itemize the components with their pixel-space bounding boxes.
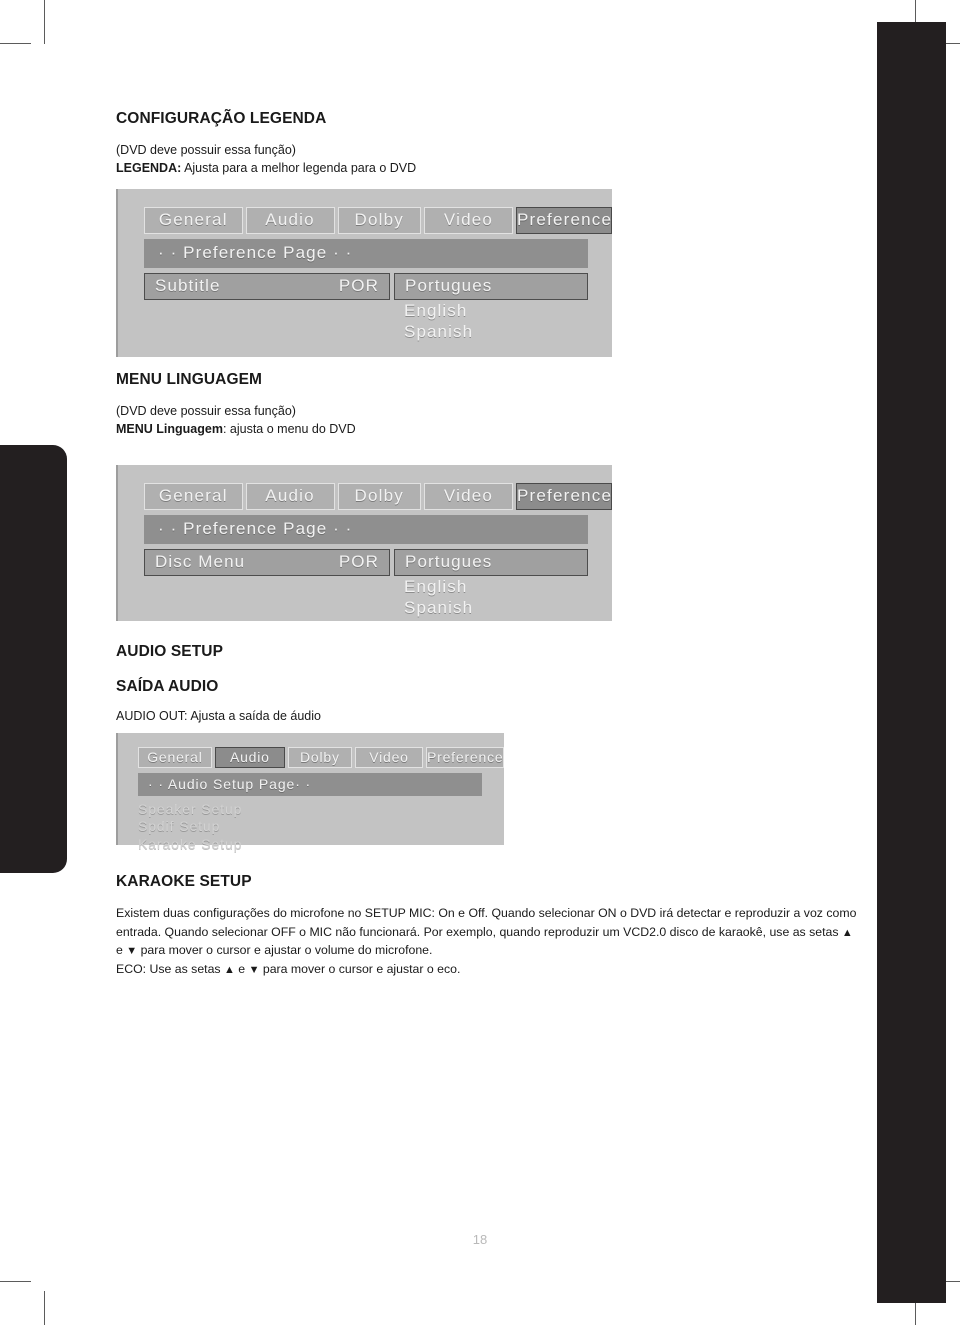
osd-field-value-2: POR [338,551,379,571]
osd-tab-bar: General Audio Dolby Video Preference [144,207,612,235]
osd-tab-video[interactable]: Video [423,207,513,235]
left-edge-black-tab [0,445,67,873]
karaoke-para-part1b: e [116,943,127,958]
menu-language-description-label: MENU Linguagem [116,422,223,437]
osd-menu-item-karaoke-setup[interactable]: Karaoke Setup [138,836,504,854]
menu-language-note: (DVD deve possuir essa função) [116,404,296,419]
karaoke-para-part1c: para mover o cursor e ajustar o volume d… [137,943,433,958]
osd-tab-preference[interactable]: Preference [515,207,612,235]
osd-tab-bar-3: General Audio Dolby Video Preference [138,746,504,768]
osd-option-spanish[interactable]: Spanish [394,321,588,342]
arrow-down-icon: ▼ [126,945,138,958]
osd-option-spanish-2[interactable]: Spanish [394,597,588,618]
osd-menu-item-speaker-setup[interactable]: Speaker Setup [138,801,504,819]
osd-field-label-2: Disc Menu [155,551,246,571]
crop-mark-bottom-left-horizontal [0,1281,31,1282]
osd-tab-preference-3[interactable]: Preference [426,746,504,768]
page-number: 18 [472,1232,488,1247]
karaoke-para-part2b: e [234,961,249,976]
osd-screenshot-subtitle: General Audio Dolby Video Preference · ·… [116,189,612,358]
osd-tab-general[interactable]: General [144,207,243,235]
karaoke-para-part2a: ECO: Use as setas [116,961,224,976]
osd-option-english[interactable]: English [394,300,588,321]
arrow-down-icon-2: ▼ [248,963,260,976]
osd-tab-audio-2[interactable]: Audio [245,482,335,510]
osd-option-selected[interactable]: Portugues [394,273,588,301]
osd-tab-general-2[interactable]: General [144,482,243,510]
page-content: CONFIGURAÇÃO LEGENDA (DVD deve possuir e… [116,110,861,979]
audio-setup-title: AUDIO SETUP [116,642,224,660]
osd-screenshot-audio-setup: General Audio Dolby Video Preference · ·… [116,732,504,852]
karaoke-setup-title: KARAOKE SETUP [116,872,252,890]
karaoke-setup-block: KARAOKE SETUP Existem duas configurações… [116,873,861,979]
osd-tab-preference-2[interactable]: Preference [515,482,612,510]
osd-page-bar-3: · · Audio Setup Page· · [138,772,482,796]
subtitle-note: (DVD deve possuir essa função) [116,143,296,158]
menu-language-description: MENU Linguagem: ajusta o menu do DVD [116,420,861,438]
osd-field-disc-menu[interactable]: Disc Menu POR [144,548,390,576]
right-edge-black-bar [877,22,946,1303]
subtitle-description: LEGENDA: Ajusta para a melhor legenda pa… [116,159,861,177]
karaoke-para-part2c: para mover o cursor e ajustar o eco. [259,961,461,976]
osd-field-subtitle[interactable]: Subtitle POR [144,273,390,301]
osd-screenshot-disc-menu: General Audio Dolby Video Preference · ·… [116,464,612,621]
osd-page-bar: · · Preference Page · · [144,239,588,269]
osd-field-label: Subtitle [155,276,221,296]
menu-language-title: MENU LINGUAGEM [116,371,263,389]
osd-tab-audio-3[interactable]: Audio [214,746,285,768]
arrow-up-icon: ▲ [841,926,853,939]
page-title: CONFIGURAÇÃO LEGENDA [116,110,327,127]
osd-menu-item-spdif-setup[interactable]: Spdif Setup [138,818,504,836]
osd-tab-general-3[interactable]: General [138,746,212,768]
osd-field-value: POR [338,276,379,296]
osd-tab-dolby-2[interactable]: Dolby [337,482,421,510]
audio-output-subtitle: SAÍDA AUDIO [116,677,219,695]
osd-option-english-2[interactable]: English [394,576,588,597]
subtitle-description-text: Ajusta para a melhor legenda para o DVD [181,161,417,176]
osd-option-list: Portugues English Spanish [394,273,588,342]
crop-mark-top-left-horizontal [0,43,31,44]
osd-tab-dolby-3[interactable]: Dolby [287,746,352,768]
karaoke-para-part1: Existem duas configurações do microfone … [116,905,857,939]
arrow-up-icon-2: ▲ [223,963,235,976]
crop-mark-bottom-left-vertical [44,1291,45,1325]
osd-tab-dolby[interactable]: Dolby [337,207,421,235]
osd-page-bar-2: · · Preference Page · · [144,514,588,544]
subtitle-description-label: LEGENDA: [116,161,182,176]
osd-setting-row: Subtitle POR Portugues English Spanish [144,273,612,342]
osd-tab-bar-2: General Audio Dolby Video Preference [144,482,612,510]
osd-option-list-2: Portugues English Spanish [394,548,588,618]
karaoke-setup-paragraph: Existem duas configurações do microfone … [116,904,858,979]
audio-output-description: AUDIO OUT: Ajusta a saída de áudio [116,708,321,723]
osd-tab-video-3[interactable]: Video [354,746,423,768]
osd-tab-audio[interactable]: Audio [245,207,335,235]
menu-language-description-text: : ajusta o menu do DVD [222,422,356,437]
osd-tab-video-2[interactable]: Video [423,482,513,510]
osd-option-selected-2[interactable]: Portugues [394,548,588,576]
osd-setting-row-2: Disc Menu POR Portugues English Spanish [144,548,612,618]
osd-audio-menu-list: Speaker Setup Spdif Setup Karaoke Setup [138,801,504,854]
crop-mark-top-left-vertical [44,0,45,44]
